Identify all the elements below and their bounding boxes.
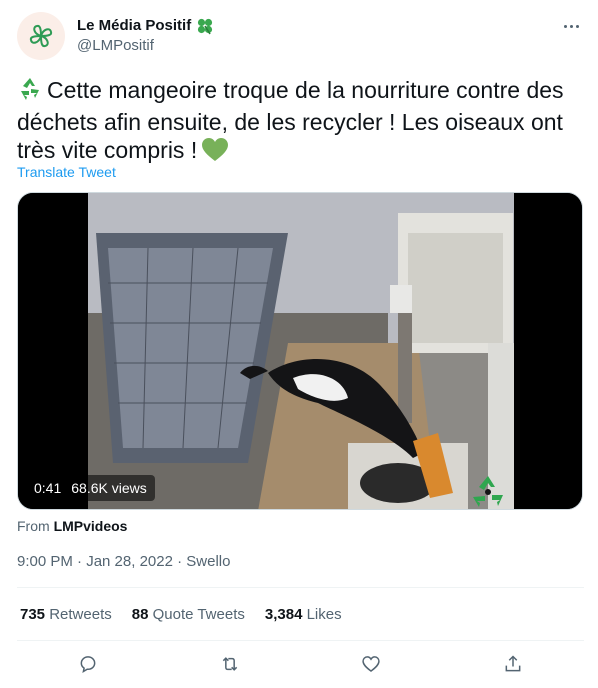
translate-tweet-link[interactable]: Translate Tweet — [17, 164, 116, 180]
share-icon[interactable] — [501, 652, 525, 676]
divider — [17, 640, 584, 641]
green-heart-icon — [201, 137, 229, 169]
retweets-stat[interactable]: 735 Retweets — [20, 606, 112, 623]
video-meta-overlay: 0:41 68.6K views — [26, 475, 155, 501]
more-options-icon[interactable] — [558, 16, 584, 36]
retweet-icon[interactable] — [218, 652, 242, 676]
author-info[interactable]: Le Média Positif @LMPositif — [77, 16, 215, 56]
tweet-header: Le Média Positif @LMPositif — [17, 12, 584, 62]
author-display-name[interactable]: Le Média Positif — [77, 16, 215, 36]
source-account-link[interactable]: LMPvideos — [54, 518, 128, 534]
author-handle[interactable]: @LMPositif — [77, 36, 215, 56]
avatar[interactable] — [17, 12, 65, 60]
source-prefix: From — [17, 518, 50, 534]
reply-icon[interactable] — [76, 652, 100, 676]
clover-logo-icon — [29, 24, 53, 48]
source-attribution: From LMPvideos — [17, 518, 127, 534]
recycling-icon — [17, 76, 43, 108]
video-duration: 0:41 — [34, 480, 62, 496]
tweet-text: Cette mangeoire troque de la nourriture … — [17, 76, 587, 169]
video-frame — [18, 193, 582, 509]
engagement-stats: 735 Retweets 88 Quote Tweets 3,384 Likes — [20, 606, 342, 623]
tweet-actions — [17, 652, 584, 676]
tweet-body: Cette mangeoire troque de la nourriture … — [17, 77, 564, 163]
display-name-text[interactable]: Le Média Positif — [77, 16, 191, 36]
likes-stat[interactable]: 3,384 Likes — [265, 606, 342, 623]
four-leaf-clover-icon — [195, 16, 215, 36]
video-views: 68.6K views — [71, 480, 147, 496]
video-player[interactable]: 0:41 68.6K views — [17, 192, 583, 510]
divider — [17, 587, 584, 588]
like-heart-icon[interactable] — [359, 652, 383, 676]
tweet-timestamp[interactable]: 9:00 PM · Jan 28, 2022 · Swello — [17, 553, 230, 570]
quote-tweets-stat[interactable]: 88 Quote Tweets — [132, 606, 245, 623]
